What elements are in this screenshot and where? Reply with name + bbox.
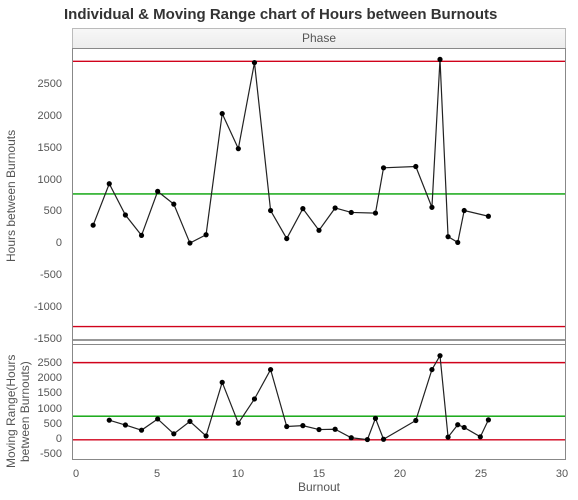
x-tick: 0 bbox=[61, 468, 91, 480]
y-tick: 500 bbox=[16, 418, 62, 430]
x-tick: 5 bbox=[142, 468, 172, 480]
y-tick: 2500 bbox=[16, 357, 62, 369]
phase-label: Phase bbox=[302, 31, 336, 45]
x-tick: 25 bbox=[466, 468, 496, 480]
individual-chart-svg bbox=[73, 49, 565, 344]
phase-header: Phase bbox=[72, 28, 566, 50]
y-tick: 0 bbox=[16, 433, 62, 445]
plot-zone: Phase Hours between Burnouts Moving Rang… bbox=[4, 28, 574, 496]
y-axis-label-top: Hours between Burnouts bbox=[4, 48, 22, 343]
y-tick: -500 bbox=[16, 448, 62, 460]
y-tick: -1000 bbox=[16, 301, 62, 313]
moving-range-chart-panel bbox=[72, 344, 566, 460]
y-tick: 500 bbox=[16, 205, 62, 217]
y-tick: 2000 bbox=[16, 110, 62, 122]
y-tick: 1000 bbox=[16, 174, 62, 186]
y-tick: 2500 bbox=[16, 78, 62, 90]
y-tick: -1500 bbox=[16, 333, 62, 345]
y-tick: 2000 bbox=[16, 372, 62, 384]
y-tick: 1500 bbox=[16, 387, 62, 399]
y-tick: 1500 bbox=[16, 142, 62, 154]
x-tick: 30 bbox=[547, 468, 577, 480]
y-tick: 0 bbox=[16, 237, 62, 249]
x-axis-label: Burnout bbox=[72, 480, 566, 496]
moving-range-chart-svg bbox=[73, 345, 565, 459]
chart-title: Individual & Moving Range chart of Hours… bbox=[4, 6, 574, 28]
y-tick: -500 bbox=[16, 269, 62, 281]
chart-container: Individual & Moving Range chart of Hours… bbox=[0, 0, 578, 500]
x-tick: 20 bbox=[385, 468, 415, 480]
x-tick: 15 bbox=[304, 468, 334, 480]
y-tick: 1000 bbox=[16, 403, 62, 415]
x-tick: 10 bbox=[223, 468, 253, 480]
individual-chart-panel bbox=[72, 48, 566, 345]
